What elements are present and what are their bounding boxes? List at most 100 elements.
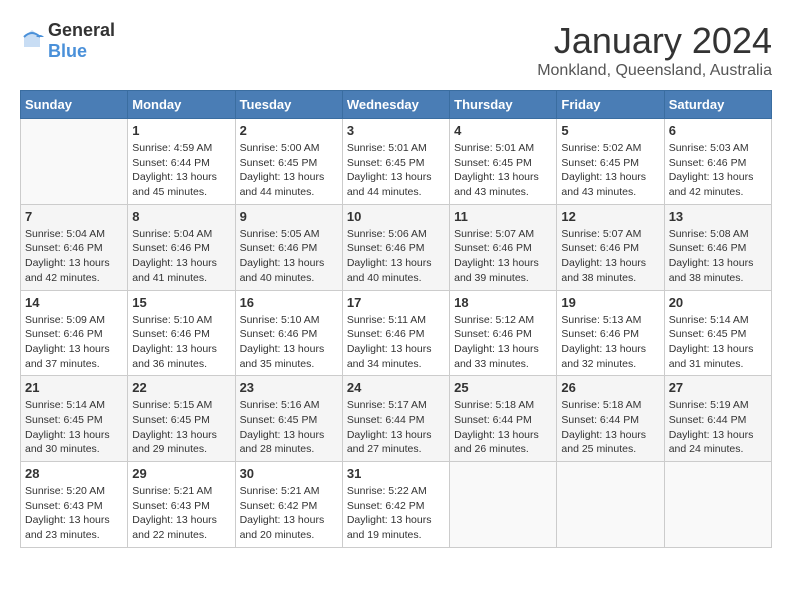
day-number: 3 [347,123,445,138]
day-info: Sunrise: 5:19 AM Sunset: 6:44 PM Dayligh… [669,398,767,457]
day-info: Sunrise: 5:11 AM Sunset: 6:46 PM Dayligh… [347,313,445,372]
week-row-3: 14 Sunrise: 5:09 AM Sunset: 6:46 PM Dayli… [21,290,772,376]
day-info: Sunrise: 5:22 AM Sunset: 6:42 PM Dayligh… [347,484,445,543]
weekday-header-monday: Monday [128,91,235,119]
weekday-header-tuesday: Tuesday [235,91,342,119]
day-number: 2 [240,123,338,138]
day-info: Sunrise: 5:01 AM Sunset: 6:45 PM Dayligh… [347,141,445,200]
page-header: General Blue January 2024 Monkland, Quee… [20,20,772,80]
day-number: 26 [561,380,659,395]
day-number: 25 [454,380,552,395]
calendar-cell: 5 Sunrise: 5:02 AM Sunset: 6:45 PM Daylig… [557,119,664,205]
day-info: Sunrise: 5:14 AM Sunset: 6:45 PM Dayligh… [25,398,123,457]
calendar-cell [557,462,664,548]
day-number: 28 [25,466,123,481]
calendar-cell: 12 Sunrise: 5:07 AM Sunset: 6:46 PM Dayli… [557,204,664,290]
day-number: 29 [132,466,230,481]
calendar-cell [664,462,771,548]
day-info: Sunrise: 4:59 AM Sunset: 6:44 PM Dayligh… [132,141,230,200]
day-number: 8 [132,209,230,224]
weekday-header-thursday: Thursday [450,91,557,119]
calendar-cell: 14 Sunrise: 5:09 AM Sunset: 6:46 PM Dayli… [21,290,128,376]
day-number: 16 [240,295,338,310]
day-number: 5 [561,123,659,138]
day-info: Sunrise: 5:18 AM Sunset: 6:44 PM Dayligh… [561,398,659,457]
day-info: Sunrise: 5:21 AM Sunset: 6:43 PM Dayligh… [132,484,230,543]
day-number: 27 [669,380,767,395]
calendar-cell: 10 Sunrise: 5:06 AM Sunset: 6:46 PM Dayli… [342,204,449,290]
calendar-cell: 29 Sunrise: 5:21 AM Sunset: 6:43 PM Dayli… [128,462,235,548]
weekday-header-row: SundayMondayTuesdayWednesdayThursdayFrid… [21,91,772,119]
logo-icon [20,27,44,56]
day-info: Sunrise: 5:18 AM Sunset: 6:44 PM Dayligh… [454,398,552,457]
day-number: 30 [240,466,338,481]
weekday-header-sunday: Sunday [21,91,128,119]
day-info: Sunrise: 5:15 AM Sunset: 6:45 PM Dayligh… [132,398,230,457]
day-info: Sunrise: 5:04 AM Sunset: 6:46 PM Dayligh… [132,227,230,286]
calendar-cell: 24 Sunrise: 5:17 AM Sunset: 6:44 PM Dayli… [342,376,449,462]
day-info: Sunrise: 5:09 AM Sunset: 6:46 PM Dayligh… [25,313,123,372]
calendar-cell: 6Sunrise: 5:03 AM Sunset: 6:46 PM Daylig… [664,119,771,205]
day-number: 22 [132,380,230,395]
calendar-cell: 30 Sunrise: 5:21 AM Sunset: 6:42 PM Dayli… [235,462,342,548]
calendar-table: SundayMondayTuesdayWednesdayThursdayFrid… [20,90,772,548]
location-title: Monkland, Queensland, Australia [537,62,772,80]
day-info: Sunrise: 5:04 AM Sunset: 6:46 PM Dayligh… [25,227,123,286]
day-info: Sunrise: 5:21 AM Sunset: 6:42 PM Dayligh… [240,484,338,543]
calendar-cell: 4 Sunrise: 5:01 AM Sunset: 6:45 PM Daylig… [450,119,557,205]
day-number: 20 [669,295,767,310]
calendar-cell [21,119,128,205]
title-area: January 2024 Monkland, Queensland, Austr… [537,20,772,80]
calendar-cell: 13Sunrise: 5:08 AM Sunset: 6:46 PM Dayli… [664,204,771,290]
weekday-header-saturday: Saturday [664,91,771,119]
calendar-cell: 1 Sunrise: 4:59 AM Sunset: 6:44 PM Daylig… [128,119,235,205]
weekday-header-friday: Friday [557,91,664,119]
day-info: Sunrise: 5:03 AM Sunset: 6:46 PM Dayligh… [669,141,767,200]
day-info: Sunrise: 5:13 AM Sunset: 6:46 PM Dayligh… [561,313,659,372]
calendar-cell: 31Sunrise: 5:22 AM Sunset: 6:42 PM Dayli… [342,462,449,548]
day-info: Sunrise: 5:02 AM Sunset: 6:45 PM Dayligh… [561,141,659,200]
calendar-cell: 17 Sunrise: 5:11 AM Sunset: 6:46 PM Dayli… [342,290,449,376]
calendar-cell: 9 Sunrise: 5:05 AM Sunset: 6:46 PM Daylig… [235,204,342,290]
logo-blue: Blue [48,41,87,61]
week-row-2: 7 Sunrise: 5:04 AM Sunset: 6:46 PM Daylig… [21,204,772,290]
day-number: 4 [454,123,552,138]
day-info: Sunrise: 5:07 AM Sunset: 6:46 PM Dayligh… [561,227,659,286]
day-number: 12 [561,209,659,224]
day-number: 7 [25,209,123,224]
day-number: 9 [240,209,338,224]
day-number: 19 [561,295,659,310]
calendar-cell: 25 Sunrise: 5:18 AM Sunset: 6:44 PM Dayli… [450,376,557,462]
week-row-5: 28 Sunrise: 5:20 AM Sunset: 6:43 PM Dayli… [21,462,772,548]
calendar-cell: 8 Sunrise: 5:04 AM Sunset: 6:46 PM Daylig… [128,204,235,290]
calendar-cell: 27 Sunrise: 5:19 AM Sunset: 6:44 PM Dayli… [664,376,771,462]
day-number: 13 [669,209,767,224]
calendar-cell: 20Sunrise: 5:14 AM Sunset: 6:45 PM Dayli… [664,290,771,376]
day-info: Sunrise: 5:01 AM Sunset: 6:45 PM Dayligh… [454,141,552,200]
day-info: Sunrise: 5:16 AM Sunset: 6:45 PM Dayligh… [240,398,338,457]
calendar-cell: 7 Sunrise: 5:04 AM Sunset: 6:46 PM Daylig… [21,204,128,290]
calendar-cell: 11Sunrise: 5:07 AM Sunset: 6:46 PM Dayli… [450,204,557,290]
week-row-1: 1 Sunrise: 4:59 AM Sunset: 6:44 PM Daylig… [21,119,772,205]
calendar-cell [450,462,557,548]
logo: General Blue [20,20,115,62]
day-info: Sunrise: 5:06 AM Sunset: 6:46 PM Dayligh… [347,227,445,286]
calendar-cell: 22 Sunrise: 5:15 AM Sunset: 6:45 PM Dayli… [128,376,235,462]
day-number: 17 [347,295,445,310]
day-number: 11 [454,209,552,224]
day-info: Sunrise: 5:20 AM Sunset: 6:43 PM Dayligh… [25,484,123,543]
day-number: 24 [347,380,445,395]
day-info: Sunrise: 5:10 AM Sunset: 6:46 PM Dayligh… [240,313,338,372]
day-number: 1 [132,123,230,138]
calendar-cell: 15Sunrise: 5:10 AM Sunset: 6:46 PM Dayli… [128,290,235,376]
day-info: Sunrise: 5:00 AM Sunset: 6:45 PM Dayligh… [240,141,338,200]
day-number: 18 [454,295,552,310]
month-title: January 2024 [537,20,772,62]
day-number: 14 [25,295,123,310]
calendar-cell: 19 Sunrise: 5:13 AM Sunset: 6:46 PM Dayli… [557,290,664,376]
week-row-4: 21Sunrise: 5:14 AM Sunset: 6:45 PM Dayli… [21,376,772,462]
day-number: 10 [347,209,445,224]
day-info: Sunrise: 5:05 AM Sunset: 6:46 PM Dayligh… [240,227,338,286]
day-info: Sunrise: 5:17 AM Sunset: 6:44 PM Dayligh… [347,398,445,457]
calendar-cell: 2 Sunrise: 5:00 AM Sunset: 6:45 PM Daylig… [235,119,342,205]
